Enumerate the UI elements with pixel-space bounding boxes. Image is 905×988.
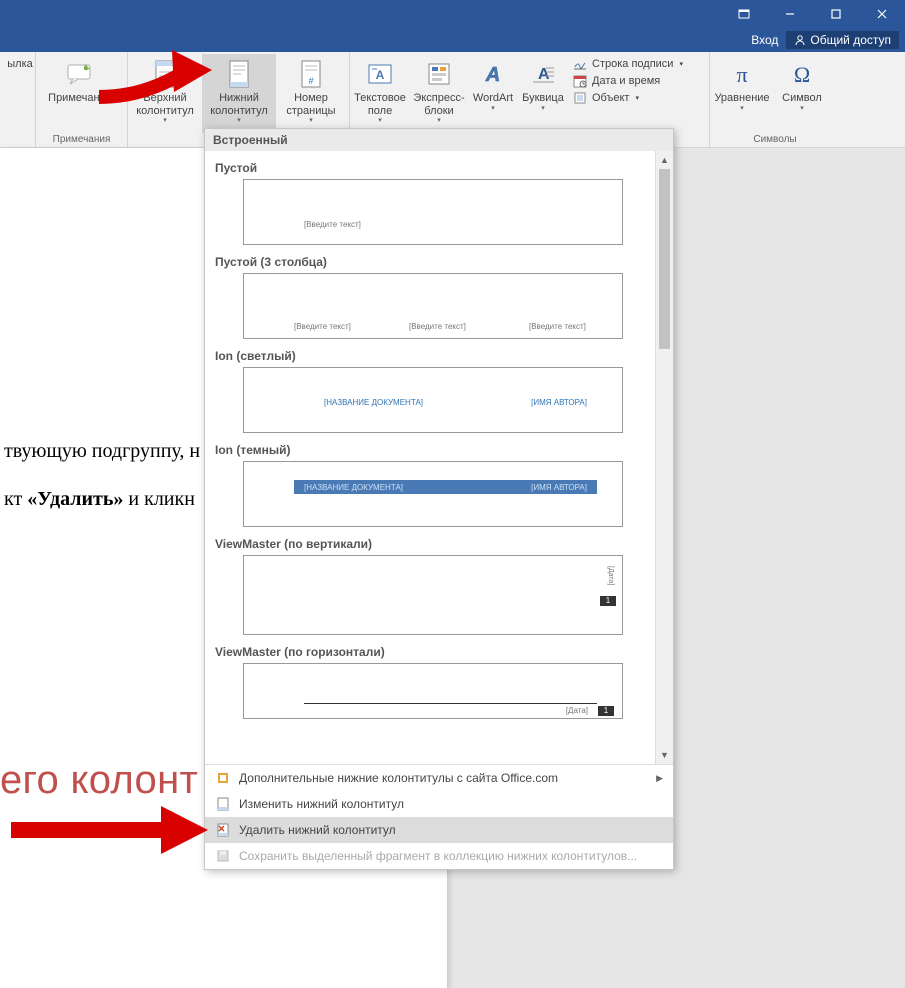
window-titlebar xyxy=(0,0,905,28)
wordart-button[interactable]: A WordArt ▾ xyxy=(468,54,518,133)
symbol-button[interactable]: Ω Символ ▾ xyxy=(774,54,830,133)
chevron-down-icon: ▾ xyxy=(237,117,241,125)
scroll-thumb[interactable] xyxy=(659,169,670,349)
object-icon xyxy=(572,90,588,106)
symbol-icon: Ω xyxy=(786,58,818,90)
svg-text:A: A xyxy=(376,68,385,82)
equation-icon: π xyxy=(726,58,758,90)
close-button[interactable] xyxy=(859,0,905,28)
header-button[interactable]: Верхний колонтитул ▾ xyxy=(128,54,202,133)
comments-group-label: Примечания xyxy=(36,133,127,147)
edit-footer-menuitem[interactable]: Изменить нижний колонтитул xyxy=(205,791,673,817)
edit-footer-icon xyxy=(215,796,231,812)
template-title: Ion (светлый) xyxy=(215,349,647,363)
remove-footer-menuitem[interactable]: Удалить нижний колонтитул xyxy=(205,817,673,843)
chevron-down-icon: ▾ xyxy=(800,105,804,113)
signature-icon xyxy=(572,56,588,72)
sub-titlebar: Вход Общий доступ xyxy=(0,28,905,52)
chevron-down-icon: ▾ xyxy=(541,105,545,113)
quick-parts-icon xyxy=(423,58,455,90)
svg-text:Ω: Ω xyxy=(794,62,810,87)
save-gallery-icon xyxy=(215,848,231,864)
footer-button[interactable]: Нижний колонтитул ▾ xyxy=(202,54,276,133)
chevron-down-icon: ▾ xyxy=(491,105,495,113)
svg-text:A: A xyxy=(538,66,550,83)
chevron-down-icon: ▾ xyxy=(309,117,313,125)
symbols-group-label: Символы xyxy=(710,133,840,147)
object-button[interactable]: Объект ▾ xyxy=(572,90,683,106)
chevron-down-icon: ▾ xyxy=(635,94,639,102)
minimize-button[interactable] xyxy=(767,0,813,28)
footer-gallery-dropdown: Встроенный Пустой [Введите текст] Пустой… xyxy=(204,128,674,870)
hyperlink-button-partial[interactable]: ылка xyxy=(0,54,40,133)
svg-text:#: # xyxy=(308,76,313,86)
chevron-down-icon: ▾ xyxy=(378,117,382,125)
template-preview-vm-horizontal[interactable]: [Дата] 1 xyxy=(243,663,623,719)
chevron-right-icon: ▶ xyxy=(656,773,663,784)
share-button[interactable]: Общий доступ xyxy=(786,31,899,49)
office-icon xyxy=(215,770,231,786)
template-title: ViewMaster (по вертикали) xyxy=(215,537,647,551)
svg-text:π: π xyxy=(736,62,747,87)
footer-icon xyxy=(223,58,255,90)
quick-parts-button[interactable]: Экспресс-блоки ▾ xyxy=(410,54,468,133)
document-heading: его колонт xyxy=(0,758,198,803)
scroll-down-icon[interactable]: ▼ xyxy=(656,746,673,764)
person-icon xyxy=(794,34,806,46)
wordart-icon: A xyxy=(477,58,509,90)
equation-button[interactable]: π Уравнение ▾ xyxy=(710,54,774,133)
template-preview-three-col[interactable]: [Введите текст] [Введите текст] [Введите… xyxy=(243,273,623,339)
template-preview-blank[interactable]: [Введите текст] xyxy=(243,179,623,245)
template-title: Пустой (3 столбца) xyxy=(215,255,647,269)
gallery-scrollbar[interactable]: ▲ ▼ xyxy=(655,151,673,764)
dropcap-icon: A xyxy=(527,58,559,90)
more-footers-office-menuitem[interactable]: Дополнительные нижние колонтитулы с сайт… xyxy=(205,765,673,791)
document-text-line: твующую подгруппу, н xyxy=(4,440,200,463)
gallery-footer-menu: Дополнительные нижние колонтитулы с сайт… xyxy=(205,764,673,869)
calendar-icon xyxy=(572,73,588,89)
chevron-down-icon: ▾ xyxy=(679,60,683,68)
maximize-button[interactable] xyxy=(813,0,859,28)
header-icon xyxy=(149,58,181,90)
page-number-button[interactable]: # Номер страницы ▾ xyxy=(276,54,346,133)
template-preview-ion-dark[interactable]: [НАЗВАНИЕ ДОКУМЕНТА] [ИМЯ АВТОРА] xyxy=(243,461,623,527)
gallery-section-header: Встроенный xyxy=(205,129,673,151)
dropcap-button[interactable]: A Буквица ▾ xyxy=(518,54,568,133)
save-selection-menuitem: Сохранить выделенный фрагмент в коллекци… xyxy=(205,843,673,869)
scroll-up-icon[interactable]: ▲ xyxy=(656,151,673,169)
signature-line-button[interactable]: Строка подписи ▾ xyxy=(572,56,683,72)
textbox-icon: A xyxy=(364,58,396,90)
chevron-down-icon: ▾ xyxy=(740,105,744,113)
template-title: ViewMaster (по горизонтали) xyxy=(215,645,647,659)
template-title: Ion (темный) xyxy=(215,443,647,457)
template-title: Пустой xyxy=(215,161,647,175)
textbox-button[interactable]: A Текстовое поле ▾ xyxy=(350,54,410,133)
ribbon-display-icon[interactable] xyxy=(721,0,767,28)
template-preview-ion-light[interactable]: [НАЗВАНИЕ ДОКУМЕНТА] [ИМЯ АВТОРА] xyxy=(243,367,623,433)
signin-link[interactable]: Вход xyxy=(751,33,778,47)
comment-icon xyxy=(64,58,96,90)
svg-text:A: A xyxy=(485,64,500,86)
chevron-down-icon: ▾ xyxy=(163,117,167,125)
date-time-button[interactable]: Дата и время xyxy=(572,73,683,89)
page-number-icon: # xyxy=(295,58,327,90)
remove-footer-icon xyxy=(215,822,231,838)
template-preview-vm-vertical[interactable]: [Дата] 1 xyxy=(243,555,623,635)
chevron-down-icon: ▾ xyxy=(437,117,441,125)
comment-button[interactable]: Примечание xyxy=(36,54,124,133)
document-text-line: кт «Удалить» и кликн xyxy=(4,488,195,511)
